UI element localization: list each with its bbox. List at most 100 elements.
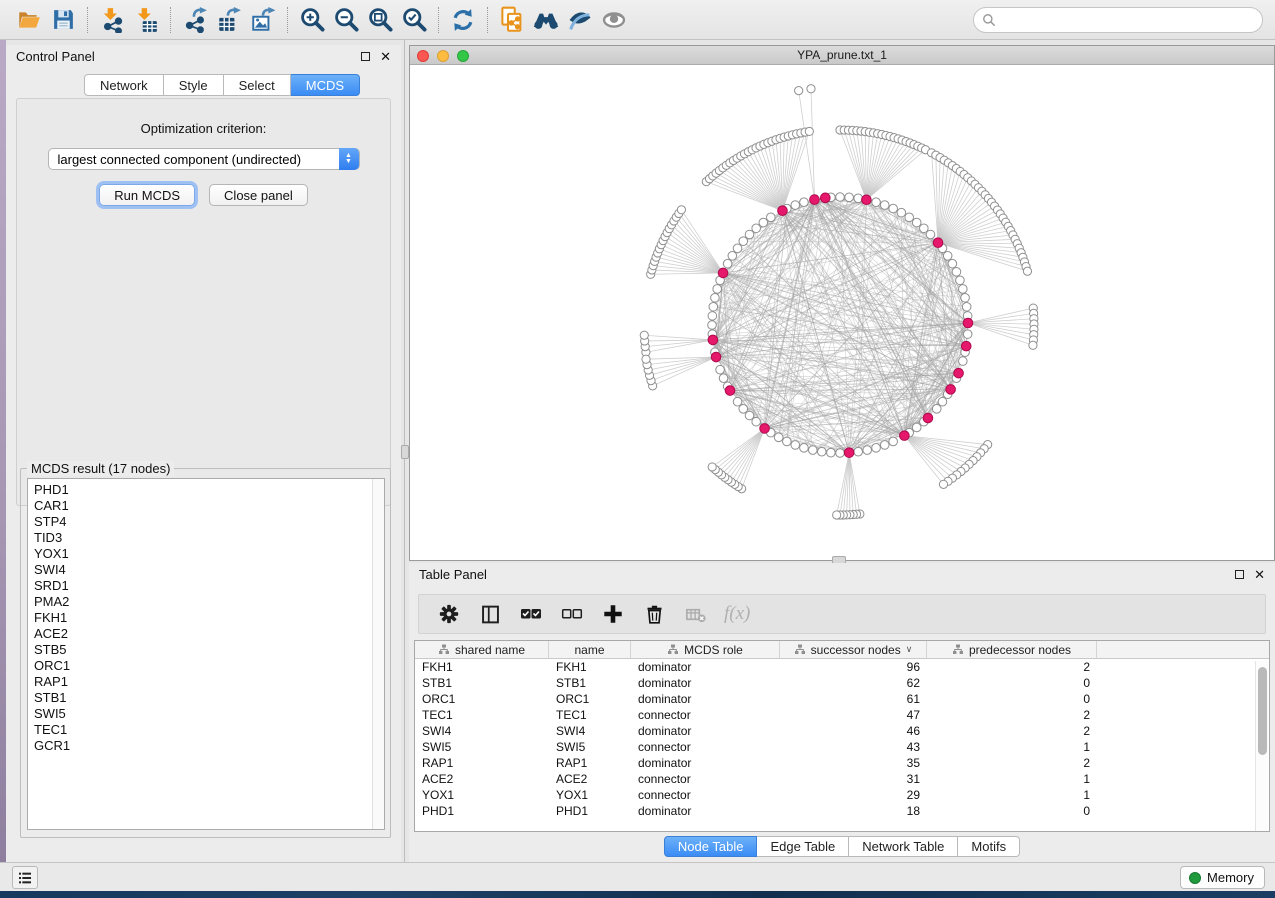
table-options-gear-icon[interactable] — [437, 602, 461, 626]
float-window-icon[interactable] — [361, 52, 370, 61]
import-table-from-file-icon[interactable] — [129, 4, 163, 36]
mcds-result-item[interactable]: ACE2 — [28, 626, 384, 642]
selected-mcds-node[interactable] — [946, 385, 956, 395]
optimization-criterion-select[interactable]: largest connected component (undirected)… — [48, 148, 360, 170]
show-column-panel-icon[interactable] — [478, 602, 502, 626]
column-header-MCDS-role[interactable]: MCDS role — [631, 641, 780, 658]
table-scrollbar[interactable] — [1255, 661, 1268, 831]
mcds-result-item[interactable]: SRD1 — [28, 578, 384, 594]
add-column-icon[interactable] — [601, 602, 625, 626]
float-window-icon[interactable] — [1235, 570, 1244, 579]
function-builder-icon[interactable]: f(x) — [724, 603, 750, 625]
clear-table-icon[interactable] — [683, 602, 707, 626]
selected-mcds-node[interactable] — [862, 195, 872, 205]
mcds-result-item[interactable]: RAP1 — [28, 674, 384, 690]
selected-mcds-node[interactable] — [961, 341, 971, 351]
table-row[interactable]: SWI5SWI5connector431 — [415, 739, 1269, 755]
delete-column-icon[interactable] — [642, 602, 666, 626]
mcds-result-item[interactable]: TEC1 — [28, 722, 384, 738]
splitter-handle[interactable] — [401, 445, 409, 459]
mcds-result-item[interactable]: TID3 — [28, 530, 384, 546]
table-row[interactable]: YOX1YOX1connector291 — [415, 787, 1269, 803]
close-panel-icon[interactable]: ✕ — [380, 52, 391, 61]
mcds-result-item[interactable]: CAR1 — [28, 498, 384, 514]
new-network-from-selection-icon[interactable] — [495, 4, 529, 36]
scrollbar-thumb[interactable] — [1258, 667, 1267, 755]
table-row[interactable]: ORC1ORC1dominator610 — [415, 691, 1269, 707]
import-network-from-file-icon[interactable] — [95, 4, 129, 36]
mcds-result-item[interactable]: STB1 — [28, 690, 384, 706]
table-row[interactable]: ACE2ACE2connector311 — [415, 771, 1269, 787]
table-row[interactable]: RAP1RAP1dominator352 — [415, 755, 1269, 771]
memory-button[interactable]: Memory — [1180, 866, 1265, 889]
selected-mcds-node[interactable] — [778, 206, 788, 216]
table-row[interactable]: SWI4SWI4dominator462 — [415, 723, 1269, 739]
export-image-icon[interactable] — [246, 4, 280, 36]
selected-mcds-node[interactable] — [954, 368, 964, 378]
mcds-result-item[interactable]: FKH1 — [28, 610, 384, 626]
selected-mcds-node[interactable] — [844, 448, 854, 458]
apply-preferred-layout-icon[interactable] — [446, 4, 480, 36]
close-window-icon[interactable] — [417, 50, 429, 62]
vertical-splitter[interactable] — [401, 40, 409, 862]
mcds-result-item[interactable]: GCR1 — [28, 738, 384, 754]
table-row[interactable]: FKH1FKH1dominator962 — [415, 659, 1269, 675]
column-header-name[interactable]: name — [549, 641, 631, 658]
tab-style[interactable]: Style — [164, 74, 224, 96]
mcds-result-item[interactable]: PHD1 — [28, 482, 384, 498]
zoom-fit-content-icon[interactable] — [363, 4, 397, 36]
mcds-result-item[interactable]: STB5 — [28, 642, 384, 658]
maximize-window-icon[interactable] — [457, 50, 469, 62]
tab-node-table[interactable]: Node Table — [664, 836, 758, 857]
table-row[interactable]: STB1STB1dominator620 — [415, 675, 1269, 691]
show-all-icon[interactable] — [597, 4, 631, 36]
tab-network-table[interactable]: Network Table — [849, 836, 958, 857]
selected-mcds-node[interactable] — [810, 195, 820, 205]
close-panel-button[interactable]: Close panel — [209, 184, 308, 206]
mcds-result-list[interactable]: PHD1CAR1STP4TID3YOX1SWI4SRD1PMA2FKH1ACE2… — [27, 478, 385, 830]
save-session-icon[interactable] — [46, 4, 80, 36]
mcds-result-item[interactable]: STP4 — [28, 514, 384, 530]
open-file-icon[interactable] — [12, 4, 46, 36]
tab-select[interactable]: Select — [224, 74, 291, 96]
mcds-result-item[interactable]: SWI5 — [28, 706, 384, 722]
network-window-titlebar[interactable]: YPA_prune.txt_1 — [410, 46, 1274, 65]
export-table-icon[interactable] — [212, 4, 246, 36]
table-row[interactable]: TEC1TEC1connector472 — [415, 707, 1269, 723]
tab-mcds[interactable]: MCDS — [291, 74, 360, 96]
mcds-result-item[interactable]: ORC1 — [28, 658, 384, 674]
selected-mcds-node[interactable] — [760, 424, 770, 434]
selected-mcds-node[interactable] — [718, 268, 728, 278]
run-mcds-button[interactable]: Run MCDS — [99, 184, 195, 206]
mcds-result-item[interactable]: YOX1 — [28, 546, 384, 562]
search-field[interactable] — [973, 7, 1263, 33]
zoom-selected-region-icon[interactable] — [397, 4, 431, 36]
table-row[interactable]: PHD1PHD1dominator180 — [415, 803, 1269, 819]
search-input[interactable] — [996, 13, 1262, 27]
select-all-rows-icon[interactable] — [519, 602, 543, 626]
selected-mcds-node[interactable] — [900, 431, 910, 441]
selected-mcds-node[interactable] — [725, 386, 735, 396]
network-graph[interactable] — [410, 65, 1274, 560]
zoom-in-icon[interactable] — [295, 4, 329, 36]
column-header-successor-nodes[interactable]: successor nodes∨ — [780, 641, 927, 658]
selected-mcds-node[interactable] — [923, 413, 933, 423]
network-canvas[interactable] — [410, 65, 1274, 560]
tab-edge-table[interactable]: Edge Table — [757, 836, 849, 857]
selected-mcds-node[interactable] — [711, 352, 721, 362]
selected-mcds-node[interactable] — [708, 335, 718, 345]
find-icon[interactable] — [529, 4, 563, 36]
tab-network[interactable]: Network — [84, 74, 164, 96]
mcds-result-item[interactable]: SWI4 — [28, 562, 384, 578]
list-scrollbar[interactable] — [372, 479, 384, 829]
column-header-shared-name[interactable]: shared name — [415, 641, 549, 658]
hide-selected-icon[interactable] — [563, 4, 597, 36]
selected-mcds-node[interactable] — [820, 193, 830, 203]
export-network-icon[interactable] — [178, 4, 212, 36]
minimize-window-icon[interactable] — [437, 50, 449, 62]
selected-mcds-node[interactable] — [963, 318, 973, 328]
mcds-result-item[interactable]: PMA2 — [28, 594, 384, 610]
zoom-out-icon[interactable] — [329, 4, 363, 36]
close-panel-icon[interactable]: ✕ — [1254, 570, 1265, 579]
tab-motifs[interactable]: Motifs — [958, 836, 1020, 857]
